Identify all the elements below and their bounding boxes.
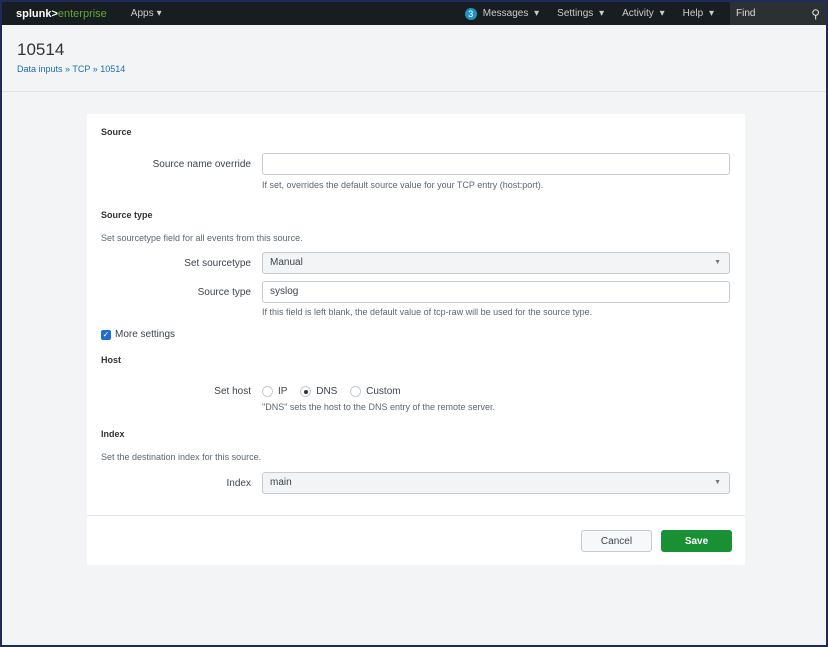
apps-menu[interactable]: Apps▾ (131, 8, 162, 19)
source-heading: Source (101, 127, 132, 137)
save-button[interactable]: Save (661, 530, 732, 552)
index-desc: Set the destination index for this sourc… (101, 452, 261, 462)
more-settings-checkbox[interactable]: ✓More settings (101, 329, 175, 340)
cancel-button[interactable]: Cancel (581, 530, 652, 552)
set-sourcetype-select[interactable]: Manual▼ (262, 252, 730, 274)
radio-dns[interactable]: DNS (300, 386, 337, 397)
set-host-radio-group: IP DNS Custom (262, 386, 411, 397)
caret-down-icon: ▾ (157, 8, 162, 19)
find-input[interactable]: Find⚲ (730, 2, 826, 25)
footer-divider (87, 515, 745, 516)
messages-count-badge: 3 (465, 8, 477, 20)
sourcetype-heading: Source type (101, 210, 153, 220)
index-heading: Index (101, 429, 125, 439)
source-type-label: Source type (87, 287, 251, 298)
set-sourcetype-label: Set sourcetype (87, 258, 251, 269)
radio-ip[interactable]: IP (262, 386, 287, 397)
source-name-input[interactable] (262, 153, 730, 175)
host-heading: Host (101, 355, 121, 365)
form-card: Source Source name override If set, over… (87, 114, 745, 565)
set-host-label: Set host (87, 386, 251, 397)
host-help: "DNS" sets the host to the DNS entry of … (262, 402, 495, 412)
divider (2, 91, 826, 92)
breadcrumb-tcp[interactable]: TCP (72, 64, 90, 74)
breadcrumb: Data inputs » TCP » 10514 (17, 64, 125, 74)
activity-menu[interactable]: Activity ▾ (622, 8, 664, 19)
source-name-help: If set, overrides the default source val… (262, 180, 543, 190)
source-name-label: Source name override (87, 159, 251, 170)
caret-down-icon: ▼ (714, 473, 721, 493)
top-nav: splunk>enterprise Apps▾ 3Messages ▾ Sett… (2, 2, 826, 25)
search-icon[interactable]: ⚲ (811, 7, 820, 21)
index-label: Index (87, 478, 251, 489)
sourcetype-desc: Set sourcetype field for all events from… (101, 233, 303, 243)
breadcrumb-data-inputs[interactable]: Data inputs (17, 64, 63, 74)
source-type-input[interactable]: syslog (262, 281, 730, 303)
help-menu[interactable]: Help ▾ (683, 8, 714, 19)
checkbox-checked-icon: ✓ (101, 330, 111, 340)
splunk-logo[interactable]: splunk>enterprise (16, 8, 107, 20)
settings-menu[interactable]: Settings ▾ (557, 8, 604, 19)
source-type-help: If this field is left blank, the default… (262, 307, 592, 317)
caret-down-icon: ▼ (714, 253, 721, 273)
page-title: 10514 (17, 40, 64, 60)
index-select[interactable]: main▼ (262, 472, 730, 494)
radio-custom[interactable]: Custom (350, 386, 400, 397)
messages-menu[interactable]: 3Messages ▾ (465, 8, 539, 20)
